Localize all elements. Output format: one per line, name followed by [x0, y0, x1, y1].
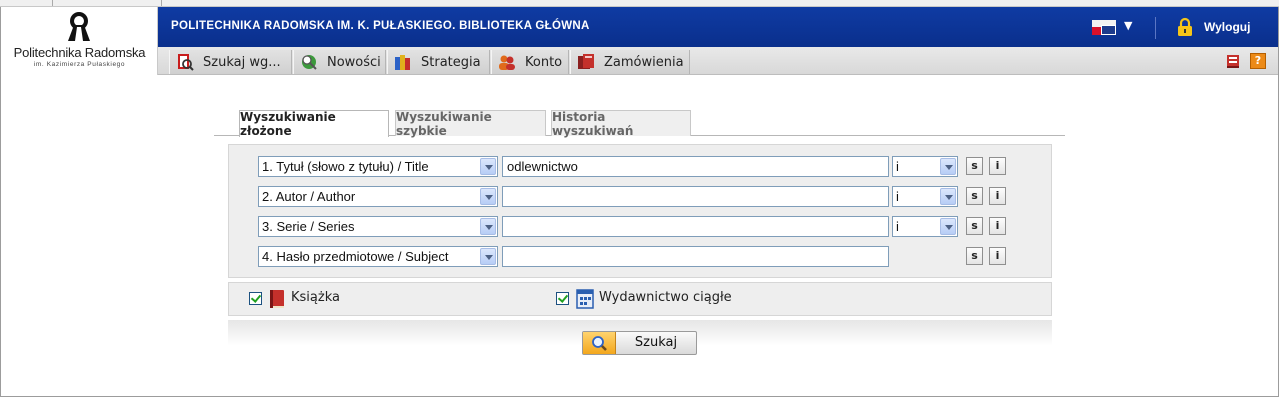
search-button[interactable]: Szukaj — [582, 331, 697, 355]
chevron-down-icon — [940, 158, 956, 175]
s-button[interactable]: s — [966, 157, 983, 175]
nav-item-search-by[interactable]: Szukaj wg... — [169, 50, 292, 74]
info-button[interactable]: i — [989, 247, 1006, 265]
search-row: 2. Autor / Author i s i — [229, 185, 1053, 209]
field-select[interactable]: 1. Tytuł (słowo z tytułu) / Title — [258, 156, 498, 177]
field-select-value: 2. Autor / Author — [262, 189, 356, 204]
search-form-panel: 1. Tytuł (słowo z tytułu) / Title odlewn… — [228, 144, 1052, 278]
language-dropdown-caret-icon[interactable]: ▼ — [1124, 19, 1132, 32]
s-button[interactable]: s — [966, 217, 983, 235]
orders-icon — [578, 54, 594, 69]
strip-divider — [52, 0, 53, 6]
info-button[interactable]: i — [989, 187, 1006, 205]
nav-item-strategy[interactable]: Strategia — [387, 50, 490, 74]
nav-item-orders[interactable]: Zamówienia — [570, 50, 690, 74]
nav-label: Szukaj wg... — [203, 54, 281, 70]
search-icon-box — [583, 332, 616, 354]
chevron-down-icon — [480, 188, 496, 205]
operator-value: i — [896, 189, 899, 204]
info-button[interactable]: i — [989, 217, 1006, 235]
chevron-down-icon — [480, 218, 496, 235]
tab-advanced-search[interactable]: Wyszukiwanie złożone — [239, 110, 389, 138]
nav-label: Nowości — [327, 54, 381, 70]
search-term-input[interactable]: odlewnictwo — [502, 156, 889, 177]
field-select[interactable]: 3. Serie / Series — [258, 216, 498, 237]
main-navbar: Szukaj wg... Nowości Strategia Konto Zam… — [158, 47, 1278, 75]
s-button[interactable]: s — [966, 187, 983, 205]
help-icon[interactable]: ? — [1250, 53, 1266, 69]
operator-value: i — [896, 219, 899, 234]
flag-inset — [1101, 25, 1116, 35]
field-select-value: 4. Hasło przedmiotowe / Subject — [262, 249, 449, 264]
search-term-input[interactable] — [502, 186, 889, 207]
type-label: Wydawnictwo ciągłe — [599, 290, 732, 305]
lock-icon[interactable] — [1177, 17, 1193, 37]
info-button[interactable]: i — [989, 157, 1006, 175]
periodical-checkbox[interactable] — [556, 292, 569, 305]
strategy-icon — [395, 55, 410, 70]
chevron-down-icon — [480, 158, 496, 175]
chevron-down-icon — [940, 188, 956, 205]
operator-select[interactable]: i — [892, 216, 958, 237]
book-icon — [270, 290, 284, 308]
type-label: Książka — [291, 290, 340, 305]
search-row: 4. Hasło przedmiotowe / Subject s i — [229, 245, 1053, 269]
university-logo-icon — [68, 12, 90, 41]
field-select-value: 3. Serie / Series — [262, 219, 355, 234]
search-icon — [592, 336, 607, 351]
nav-item-news[interactable]: Nowości — [293, 50, 386, 74]
s-button[interactable]: s — [966, 247, 983, 265]
site-title: POLITECHNIKA RADOMSKA IM. K. PUŁASKIEGO.… — [171, 20, 590, 32]
logo-name: Politechnika Radomska — [13, 45, 146, 60]
search-term-input[interactable] — [502, 246, 889, 267]
search-term-input[interactable] — [502, 216, 889, 237]
operator-select[interactable]: i — [892, 156, 958, 177]
nav-label: Strategia — [421, 54, 481, 70]
basket-icon[interactable] — [1225, 53, 1241, 69]
top-bar: POLITECHNIKA RADOMSKA IM. K. PUŁASKIEGO.… — [158, 7, 1278, 47]
browser-top-strip — [0, 0, 1279, 7]
strip-divider — [161, 0, 162, 6]
nav-label: Zamówienia — [604, 54, 684, 70]
search-tabs: Wyszukiwanie złożone Wyszukiwanie szybki… — [214, 110, 1065, 138]
book-checkbox[interactable] — [249, 292, 262, 305]
chevron-down-icon — [480, 248, 496, 265]
topbar-divider — [1155, 17, 1156, 39]
nav-item-account[interactable]: Konto — [491, 50, 569, 74]
field-select-value: 1. Tytuł (słowo z tytułu) / Title — [262, 159, 429, 174]
chevron-down-icon — [940, 218, 956, 235]
search-by-icon — [178, 54, 194, 71]
periodical-icon — [576, 289, 594, 309]
search-button-label: Szukaj — [634, 335, 678, 350]
language-flag-icon[interactable] — [1092, 20, 1116, 35]
tab-quick-search[interactable]: Wyszukiwanie szybkie — [395, 110, 546, 138]
search-row: 1. Tytuł (słowo z tytułu) / Title odlewn… — [229, 155, 1053, 179]
tab-search-history[interactable]: Historia wyszukiwań — [551, 110, 691, 138]
operator-value: i — [896, 159, 899, 174]
field-select[interactable]: 2. Autor / Author — [258, 186, 498, 207]
document-types-panel: Książka Wydawnictwo ciągłe — [228, 282, 1052, 316]
field-select[interactable]: 4. Hasło przedmiotowe / Subject — [258, 246, 498, 267]
account-icon — [499, 55, 515, 70]
operator-select[interactable]: i — [892, 186, 958, 207]
search-row: 3. Serie / Series i s i — [229, 215, 1053, 239]
logout-link[interactable]: Wyloguj — [1204, 20, 1250, 34]
nav-label: Konto — [525, 54, 563, 70]
logo[interactable]: Politechnika Radomska im. Kazimierza Puł… — [1, 7, 158, 75]
news-icon — [302, 55, 317, 70]
logo-subtitle: im. Kazimierza Pułaskiego — [33, 61, 126, 68]
